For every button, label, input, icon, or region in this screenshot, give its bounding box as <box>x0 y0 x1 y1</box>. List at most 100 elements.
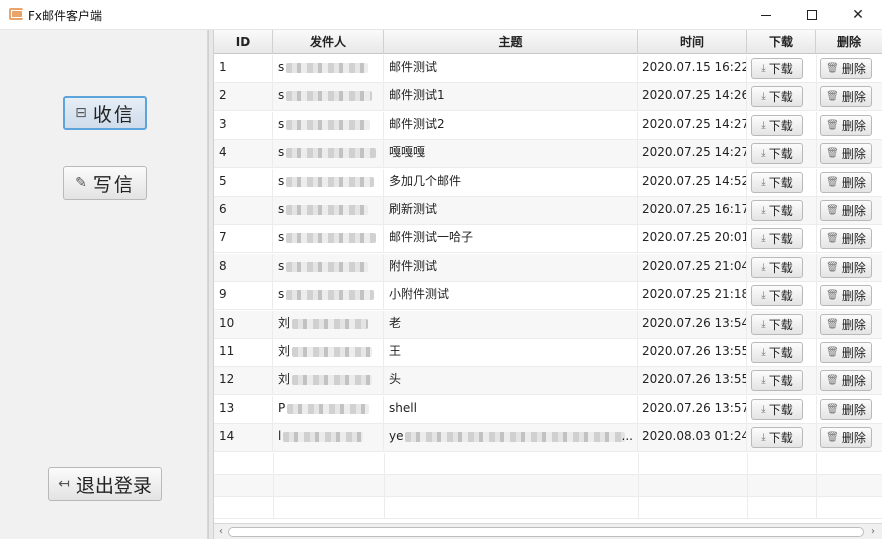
cell-time: 2020.07.25 14:27 <box>638 140 747 168</box>
download-button[interactable]: ⤓ 下载 <box>751 370 803 391</box>
download-button[interactable]: ⤓ 下载 <box>751 257 803 278</box>
table-row[interactable]: 2 s 邮件测试1 2020.07.25 14:26 ⤓ 下载 🗑 删除 <box>214 83 882 111</box>
table-row[interactable]: 1 s 邮件测试 2020.07.15 16:22 ⤓ 下载 🗑 删除 <box>214 55 882 83</box>
sender-text: s <box>278 60 285 74</box>
table-row[interactable]: 4 s 嘎嘎嘎 2020.07.25 14:27 ⤓ 下载 🗑 删除 <box>214 140 882 168</box>
download-button[interactable]: ⤓ 下载 <box>751 314 803 335</box>
cell-time: 2020.07.25 16:17 <box>638 197 747 225</box>
delete-button[interactable]: 🗑 删除 <box>820 370 872 391</box>
id-text: 9 <box>219 287 227 301</box>
download-icon: ⤓ <box>761 262 766 273</box>
download-label: 下载 <box>768 261 793 275</box>
download-icon: ⤓ <box>761 375 766 386</box>
redacted-subject <box>405 431 626 442</box>
logout-label: 退出登录 <box>75 474 152 497</box>
delete-label: 删除 <box>841 62 866 76</box>
cell-id: 6 <box>214 197 273 225</box>
column-header-sender[interactable]: 发件人 <box>273 30 384 54</box>
logout-button[interactable]: ↤ 退出登录 <box>48 467 162 501</box>
cell-subject: 小附件测试 <box>384 282 638 310</box>
cell-sender: s <box>273 140 384 168</box>
minimize-button[interactable] <box>743 0 789 30</box>
download-label: 下载 <box>768 346 793 360</box>
empty-row <box>214 497 882 519</box>
redacted-sender <box>286 147 377 158</box>
sender-text: s <box>278 230 285 244</box>
column-header-download[interactable]: 下载 <box>747 30 816 54</box>
table-row[interactable]: 3 s 邮件测试2 2020.07.25 14:27 ⤓ 下载 🗑 删除 <box>214 112 882 140</box>
id-text: 13 <box>219 401 235 415</box>
download-button[interactable]: ⤓ 下载 <box>751 228 803 249</box>
horizontal-scrollbar[interactable]: ‹ › <box>214 523 882 539</box>
inbox-icon: ⊟ <box>75 105 87 121</box>
column-header-delete[interactable]: 删除 <box>816 30 882 54</box>
delete-label: 删除 <box>841 374 866 388</box>
id-text: 10 <box>219 316 235 330</box>
table-row[interactable]: 13 Pshell 2020.07.26 13:57 ⤓ 下载 🗑 删除 <box>214 396 882 424</box>
delete-button[interactable]: 🗑 删除 <box>820 257 872 278</box>
close-button[interactable]: ✕ <box>835 0 881 30</box>
cell-subject: 王 <box>384 339 638 367</box>
cell-time: 2020.07.25 14:27 <box>638 112 747 140</box>
id-text: 1 <box>219 60 227 74</box>
table-row[interactable]: 7 s 邮件测试一哈子 2020.07.25 20:01 ⤓ 下载 🗑 删除 <box>214 225 882 253</box>
table-row[interactable]: 10 刘 老 2020.07.26 13:54 ⤓ 下载 🗑 删除 <box>214 311 882 339</box>
column-header-time[interactable]: 时间 <box>638 30 747 54</box>
delete-label: 删除 <box>841 261 866 275</box>
cell-time: 2020.07.26 13:54 <box>638 311 747 339</box>
cell-subject: 老 <box>384 311 638 339</box>
download-button[interactable]: ⤓ 下载 <box>751 200 803 221</box>
delete-button[interactable]: 🗑 删除 <box>820 86 872 107</box>
table-row[interactable]: 11 刘 王 2020.07.26 13:55 ⤓ 下载 🗑 删除 <box>214 339 882 367</box>
delete-button[interactable]: 🗑 删除 <box>820 143 872 164</box>
scroll-right-icon[interactable]: › <box>866 525 880 539</box>
cell-id: 10 <box>214 311 273 339</box>
column-header-id[interactable]: ID <box>214 30 273 54</box>
scrollbar-thumb[interactable] <box>228 527 864 537</box>
delete-button[interactable]: 🗑 删除 <box>820 172 872 193</box>
table-row[interactable]: 5 s 多加几个邮件 2020.07.25 14:52 ⤓ 下载 🗑 删除 <box>214 169 882 197</box>
trash-icon: 🗑 <box>826 205 839 216</box>
cell-id: 1 <box>214 55 273 83</box>
delete-button[interactable]: 🗑 删除 <box>820 115 872 136</box>
download-icon: ⤓ <box>761 177 766 188</box>
table-row[interactable]: 14 l ye... 2020.08.03 01:24 ⤓ 下载 🗑 删除 <box>214 424 882 452</box>
write-button[interactable]: ✎ 写信 <box>63 166 147 200</box>
table-row[interactable]: 12 刘 头 2020.07.26 13:55 ⤓ 下载 🗑 删除 <box>214 367 882 395</box>
delete-button[interactable]: 🗑 删除 <box>820 314 872 335</box>
id-text: 4 <box>219 145 227 159</box>
download-button[interactable]: ⤓ 下载 <box>751 58 803 79</box>
download-button[interactable]: ⤓ 下载 <box>751 86 803 107</box>
download-button[interactable]: ⤓ 下载 <box>751 399 803 420</box>
delete-button[interactable]: 🗑 删除 <box>820 200 872 221</box>
download-button[interactable]: ⤓ 下载 <box>751 427 803 448</box>
delete-button[interactable]: 🗑 删除 <box>820 427 872 448</box>
scroll-left-icon[interactable]: ‹ <box>214 525 228 539</box>
column-header-subject[interactable]: 主题 <box>384 30 638 54</box>
subject-text: 邮件测试2 <box>389 117 445 131</box>
download-button[interactable]: ⤓ 下载 <box>751 115 803 136</box>
download-label: 下载 <box>768 147 793 161</box>
delete-button[interactable]: 🗑 删除 <box>820 342 872 363</box>
id-text: 2 <box>219 88 227 102</box>
download-button[interactable]: ⤓ 下载 <box>751 285 803 306</box>
download-label: 下载 <box>768 403 793 417</box>
time-text: 2020.07.26 13:54 <box>642 316 747 330</box>
table-row[interactable]: 9 s 小附件测试 2020.07.25 21:18 ⤓ 下载 🗑 删除 <box>214 282 882 310</box>
subject-text: shell <box>389 401 417 415</box>
delete-button[interactable]: 🗑 删除 <box>820 285 872 306</box>
download-button[interactable]: ⤓ 下载 <box>751 342 803 363</box>
table-row[interactable]: 6 s 刷新测试 2020.07.25 16:17 ⤓ 下载 🗑 删除 <box>214 197 882 225</box>
receive-button[interactable]: ⊟ 收信 <box>63 96 147 130</box>
redacted-sender <box>292 346 373 357</box>
download-icon: ⤓ <box>761 404 766 415</box>
table-row[interactable]: 8 s 附件测试 2020.07.25 21:04 ⤓ 下载 🗑 删除 <box>214 254 882 282</box>
delete-button[interactable]: 🗑 删除 <box>820 399 872 420</box>
sender-text: s <box>278 259 285 273</box>
delete-button[interactable]: 🗑 删除 <box>820 228 872 249</box>
subject-text: 多加几个邮件 <box>389 174 462 188</box>
download-button[interactable]: ⤓ 下载 <box>751 143 803 164</box>
maximize-button[interactable] <box>789 0 835 30</box>
download-button[interactable]: ⤓ 下载 <box>751 172 803 193</box>
delete-button[interactable]: 🗑 删除 <box>820 58 872 79</box>
